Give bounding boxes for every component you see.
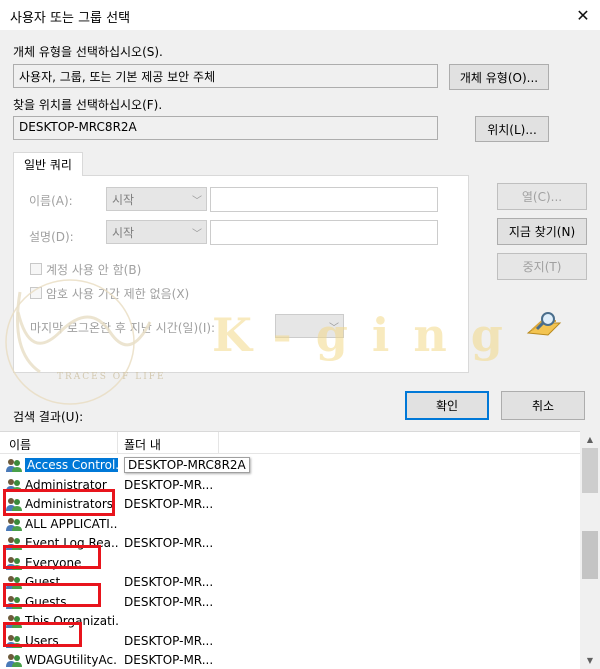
find-now-button[interactable]: 지금 찾기(N)	[497, 218, 587, 245]
table-row[interactable]: ALL APPLICATI...	[0, 515, 580, 534]
row-folder: DESKTOP-MRC8R2A	[124, 457, 250, 473]
location-field: DESKTOP-MRC8R2A	[13, 116, 438, 140]
row-folder: DESKTOP-MR...	[124, 633, 214, 648]
description-input[interactable]	[210, 220, 438, 245]
locations-button[interactable]: 위치(L)...	[475, 116, 549, 142]
column-divider[interactable]	[117, 432, 118, 454]
highlight-box	[3, 583, 101, 607]
stop-button[interactable]: 중지(T)	[497, 253, 587, 280]
location-label: 찾을 위치를 선택하십시오(F).	[13, 98, 163, 112]
disabled-accounts-checkbox[interactable]	[30, 263, 42, 275]
chevron-down-icon: ﹀	[329, 323, 339, 334]
user-group-icon	[5, 517, 23, 532]
table-row[interactable]: Access Control... DESKTOP-MRC8R2A	[0, 456, 580, 475]
highlight-box	[3, 622, 82, 647]
row-name: Access Control...	[25, 458, 118, 472]
row-folder: DESKTOP-MR...	[124, 594, 214, 609]
row-name: ALL APPLICATI...	[25, 516, 118, 531]
row-folder: DESKTOP-MR...	[124, 497, 214, 511]
watermark-tagline: TRACES OF LIFE	[57, 372, 166, 382]
column-divider[interactable]	[218, 432, 219, 454]
object-type-field: 사용자, 그룹, 또는 기본 제공 보안 주체	[13, 64, 438, 88]
table-row[interactable]: WDAGUtilityAc... DESKTOP-MR...	[0, 651, 580, 669]
object-type-label: 개체 유형을 선택하십시오(S).	[13, 45, 163, 59]
scrollbar-thumb[interactable]	[582, 531, 598, 579]
non-expiring-password-checkbox[interactable]	[30, 287, 42, 299]
object-types-button[interactable]: 개체 유형(O)...	[449, 64, 549, 90]
window-title: 사용자 또는 그룹 선택	[10, 11, 131, 26]
non-expiring-password-label: 암호 사용 기간 제한 없음(X)	[46, 287, 190, 301]
results-header: 이름 폴더 내	[0, 432, 580, 454]
results-scrollbar[interactable]: ▲ ▼	[580, 431, 600, 669]
close-icon[interactable]: ✕	[566, 0, 600, 30]
name-mode-value: 시작	[112, 193, 135, 207]
row-folder: DESKTOP-MR...	[124, 477, 214, 492]
row-name: WDAGUtilityAc...	[25, 653, 118, 667]
cancel-button[interactable]: 취소	[501, 391, 585, 420]
column-header-name[interactable]: 이름	[9, 436, 31, 453]
row-folder: DESKTOP-MR...	[124, 575, 214, 589]
scroll-down-icon[interactable]: ▼	[580, 652, 600, 669]
row-folder: DESKTOP-MR...	[124, 653, 214, 667]
days-since-logon-combo[interactable]: ﹀	[275, 314, 344, 338]
search-results-label: 검색 결과(U):	[13, 410, 84, 424]
table-row[interactable]: This Organizati...	[0, 612, 580, 631]
ok-button[interactable]: 확인	[405, 391, 489, 420]
highlight-box	[3, 489, 115, 516]
name-label: 이름(A):	[29, 194, 73, 208]
name-input[interactable]	[210, 187, 438, 212]
chevron-down-icon: ﹀	[192, 229, 202, 240]
description-mode-value: 시작	[112, 226, 135, 240]
chevron-down-icon: ﹀	[192, 196, 202, 207]
scroll-up-icon[interactable]: ▲	[580, 431, 600, 448]
user-group-icon	[5, 653, 23, 668]
description-label: 설명(D):	[29, 230, 74, 244]
scrollbar-thumb[interactable]	[582, 448, 598, 493]
columns-button[interactable]: 열(C)...	[497, 183, 587, 210]
name-mode-combo[interactable]: 시작 ﹀	[106, 187, 207, 211]
column-header-folder[interactable]: 폴더 내	[124, 436, 161, 453]
disabled-accounts-label: 계정 사용 안 함(B)	[46, 263, 142, 277]
highlight-box	[3, 545, 101, 569]
user-group-icon	[5, 458, 23, 473]
magnifier-icon	[526, 312, 562, 336]
table-row[interactable]: Users DESKTOP-MR...	[0, 632, 580, 651]
tab-common-queries[interactable]: 일반 쿼리	[13, 152, 83, 176]
description-mode-combo[interactable]: 시작 ﹀	[106, 220, 207, 244]
days-since-logon-label: 마지막 로그온한 후 지난 시간(일)(I):	[30, 321, 216, 335]
row-folder: DESKTOP-MR...	[124, 536, 214, 550]
